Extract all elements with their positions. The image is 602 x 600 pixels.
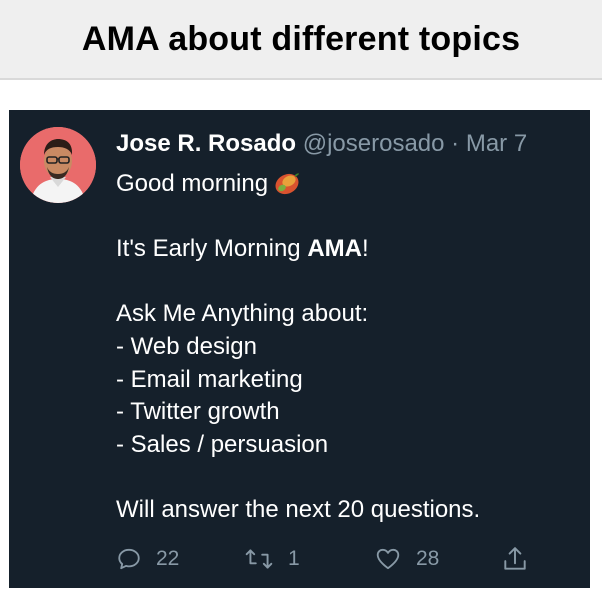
body-line-ask: Ask Me Anything about:	[116, 300, 369, 328]
body-line-blank	[116, 266, 576, 299]
topic-item: - Web design	[116, 332, 257, 360]
tweet-date[interactable]: Mar 7	[466, 130, 527, 157]
page-title: AMA about different topics	[81, 19, 521, 58]
page-header: AMA about different topics	[0, 0, 602, 80]
retweet-count: 1	[288, 547, 300, 570]
ama-intro-text: It's Early Morning	[116, 235, 308, 263]
share-icon	[504, 547, 526, 570]
retweet-button[interactable]: 1	[244, 542, 300, 576]
like-count: 28	[416, 547, 440, 570]
body-line-blank	[116, 461, 576, 494]
reply-icon	[118, 548, 140, 570]
tweet-card[interactable]: Jose R. Rosado @joserosado · Mar 7 Good …	[9, 110, 590, 588]
reply-count: 22	[156, 547, 180, 570]
share-button[interactable]	[502, 542, 528, 576]
retweet-icon	[245, 549, 273, 569]
author-name[interactable]: Jose R. Rosado	[116, 130, 296, 157]
like-button[interactable]: 28	[374, 542, 439, 576]
ama-exclamation: !	[361, 235, 369, 263]
avatar-image	[20, 127, 96, 203]
body-line-closing: Will answer the next 20 questions.	[116, 495, 481, 523]
body-line-ama: It's Early Morning AMA!	[116, 233, 576, 266]
mango-emoji-icon	[274, 171, 300, 205]
topic-item: - Sales / persuasion	[116, 430, 329, 458]
tweet-header: Jose R. Rosado @joserosado · Mar 7	[116, 130, 527, 158]
separator-dot: ·	[451, 130, 460, 157]
body-line-greeting: Good morning	[116, 168, 576, 201]
tweet-actions: 22 1 28	[116, 542, 536, 576]
author-handle[interactable]: @joserosado	[303, 130, 445, 157]
tweet-body: Good morning It's Early Morning AMA! Ask…	[116, 168, 576, 527]
avatar[interactable]	[20, 127, 96, 203]
body-line-blank	[116, 201, 576, 234]
reply-button[interactable]: 22	[116, 542, 179, 576]
ama-bold-text: AMA	[307, 235, 362, 263]
topic-item: - Email marketing	[116, 365, 303, 393]
greeting-text: Good morning	[116, 170, 269, 197]
topic-item: - Twitter growth	[116, 398, 280, 426]
heart-icon	[376, 548, 400, 570]
